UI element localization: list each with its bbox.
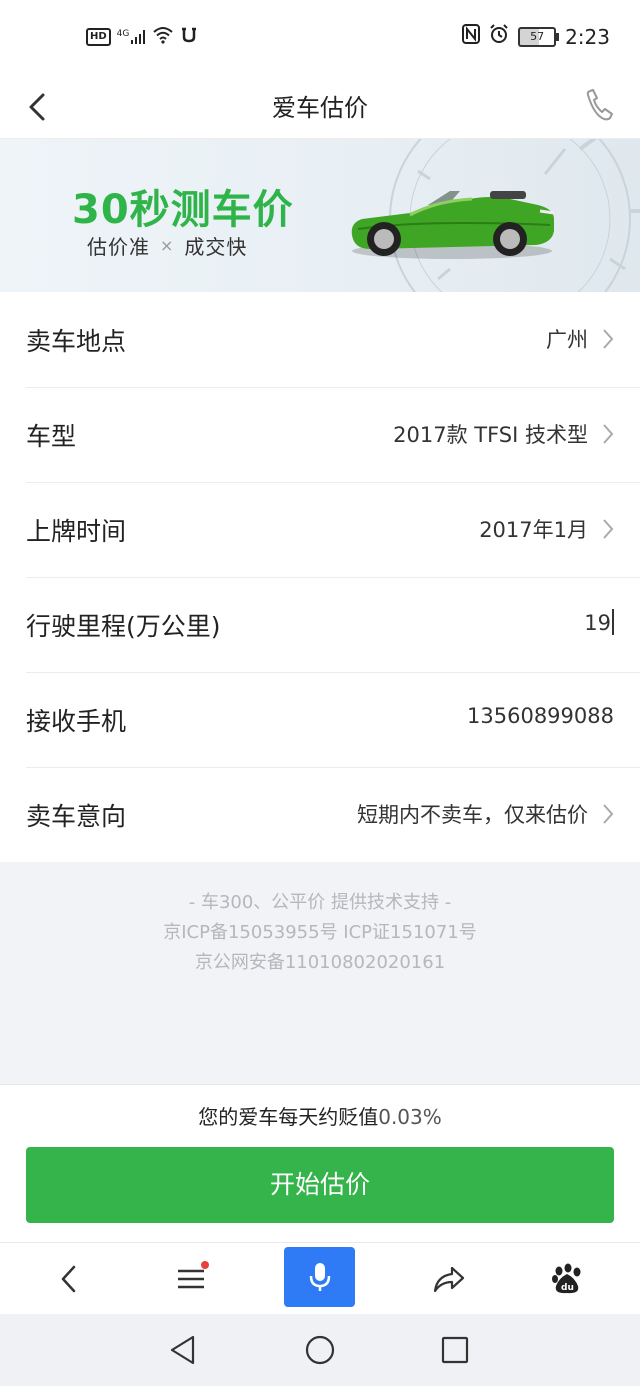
- status-bar: HD 4G 57 2:23: [0, 0, 640, 76]
- baidu-icon: du: [552, 1263, 581, 1294]
- nav-recents-icon: [441, 1336, 469, 1364]
- share-icon: [433, 1266, 465, 1293]
- phone-button[interactable]: [582, 86, 616, 126]
- row-label: 车型: [26, 422, 77, 451]
- form-row-sell-intent[interactable]: 卖车意向 短期内不卖车，仅来估价: [0, 767, 640, 862]
- depreciation-note: 您的爱车每天约贬值0.03%: [0, 1101, 640, 1130]
- footer-info: - 车300、公平价 提供技术支持 - 京ICP备15053955号 ICP证1…: [0, 888, 640, 978]
- top-navigation-bar: 爱车估价: [0, 76, 640, 139]
- microphone-icon: [309, 1263, 330, 1291]
- form-row-registration-date[interactable]: 上牌时间 2017年1月: [0, 482, 640, 577]
- chevron-right-icon: [603, 329, 614, 349]
- signal-icon: 4G: [117, 29, 147, 45]
- status-right-group: 57 2:23: [462, 24, 610, 49]
- row-value: 2017年1月: [479, 518, 588, 542]
- form-row-sell-location[interactable]: 卖车地点 广州: [0, 292, 640, 387]
- notification-dot: [201, 1261, 209, 1269]
- banner-tagline: 估价准 × 成交快: [87, 231, 247, 260]
- depreciation-text: 您的爱车每天约贬值: [198, 1105, 379, 1129]
- hd-icon: HD: [86, 28, 111, 46]
- nav-back-icon: [170, 1335, 195, 1365]
- mileage-input[interactable]: 19: [584, 609, 614, 635]
- browser-toolbar: du: [0, 1242, 640, 1315]
- clock-time: 2:23: [565, 24, 610, 49]
- promo-banner: 30秒测车价 估价准 × 成交快: [0, 139, 640, 292]
- nfc-icon: [462, 24, 481, 49]
- mileage-input-value: 19: [584, 611, 611, 635]
- system-home-button[interactable]: [300, 1332, 340, 1368]
- nav-home-icon: [305, 1335, 335, 1365]
- row-value: 广州: [546, 328, 588, 352]
- notification-icon: [180, 26, 198, 48]
- form-row-mileage: 行驶里程(万公里) 19: [0, 577, 640, 672]
- browser-home-button[interactable]: du: [532, 1243, 602, 1315]
- chevron-right-icon: [603, 519, 614, 539]
- row-label: 卖车意向: [26, 802, 127, 831]
- banner-car-illustration: [351, 139, 640, 292]
- wifi-icon: [152, 26, 174, 48]
- start-valuation-button[interactable]: 开始估价: [26, 1147, 614, 1223]
- network-type-label: 4G: [116, 29, 130, 39]
- voice-search-button[interactable]: [284, 1247, 355, 1307]
- car-graphic: [351, 191, 555, 256]
- cta-panel: 您的爱车每天约贬值0.03% 开始估价: [0, 1084, 640, 1243]
- form-row-car-model[interactable]: 车型 2017款 TFSI 技术型: [0, 387, 640, 482]
- row-value: 短期内不卖车，仅来估价: [357, 803, 588, 827]
- battery-icon: 57: [518, 26, 560, 47]
- browser-menu-button[interactable]: [156, 1243, 226, 1315]
- form-row-phone: 接收手机 13560899088: [0, 672, 640, 767]
- chevron-right-icon: [603, 424, 614, 444]
- row-label: 行驶里程(万公里): [26, 612, 221, 641]
- phone-input[interactable]: 13560899088: [467, 704, 614, 728]
- system-back-button[interactable]: [163, 1332, 203, 1368]
- back-icon: [61, 1265, 76, 1293]
- banner-tag-accurate: 估价准: [87, 235, 150, 259]
- svg-text:du: du: [561, 1283, 574, 1293]
- battery-level: 57: [530, 29, 545, 43]
- public-security-text: 京公网安备11010802020161: [194, 952, 446, 973]
- banner-tag-fast: 成交快: [184, 235, 248, 259]
- chevron-right-icon: [603, 804, 614, 824]
- banner-tag-separator: ×: [160, 236, 175, 255]
- tech-support-text: - 车300、公平价 提供技术支持 -: [188, 892, 452, 913]
- text-cursor: [612, 609, 614, 635]
- system-navigation-bar: [0, 1314, 640, 1386]
- browser-share-button[interactable]: [414, 1243, 484, 1315]
- row-label: 上牌时间: [26, 517, 127, 546]
- phone-icon: [586, 89, 613, 121]
- valuation-form: 卖车地点 广州 车型 2017款 TFSI 技术型 上牌时间 2017年1月 行…: [0, 292, 640, 862]
- row-label: 接收手机: [26, 707, 127, 736]
- system-recents-button[interactable]: [435, 1332, 475, 1368]
- depreciation-rate: 0.03%: [378, 1105, 442, 1129]
- row-value: 2017款 TFSI 技术型: [393, 423, 588, 447]
- menu-icon: [178, 1269, 204, 1289]
- row-label: 卖车地点: [26, 327, 127, 356]
- icp-license-text: 京ICP备15053955号 ICP证151071号: [163, 922, 477, 943]
- alarm-icon: [489, 24, 509, 49]
- browser-back-button[interactable]: [34, 1243, 104, 1315]
- status-left-group: HD 4G: [86, 26, 198, 48]
- banner-headline: 30秒测车价: [72, 187, 294, 233]
- page-title: 爱车估价: [272, 94, 368, 122]
